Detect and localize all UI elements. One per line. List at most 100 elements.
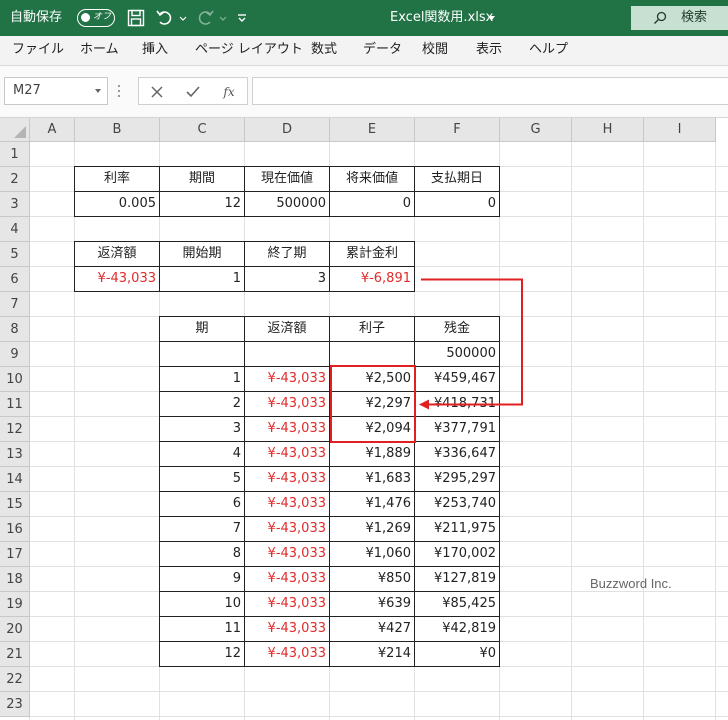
table-header-cell[interactable]: 残金 [414,316,500,342]
table-cell[interactable]: ¥-43,033 [244,366,330,392]
row-header-9[interactable]: 9 [0,342,30,367]
table-cell[interactable]: ¥418,731 [414,391,500,417]
tab-review[interactable]: 校閲 [422,36,448,66]
table-cell[interactable]: ¥377,791 [414,416,500,442]
row-header-17[interactable]: 17 [0,542,30,567]
table-cell[interactable]: ¥427 [329,616,415,642]
table-cell[interactable]: ¥1,060 [329,541,415,567]
column-header-e[interactable]: E [330,118,415,142]
save-icon[interactable] [126,8,146,28]
worksheet-grid[interactable]: A B C D E F G H I 1 2 3 4 5 6 7 8 9 10 11 12 13 14 15 16 17 18 19 20… [0,118,728,720]
table-header-cell[interactable]: 現在価値 [244,166,330,192]
table-header-cell[interactable]: 利子 [329,316,415,342]
table-header-cell[interactable]: 返済額 [244,316,330,342]
autosave-toggle[interactable]: オフ [77,9,115,27]
table-header-cell[interactable]: 期間 [159,166,245,192]
table-cell[interactable]: ¥-43,033 [244,516,330,542]
row-header-12[interactable]: 12 [0,417,30,442]
table-cell[interactable]: ¥-43,033 [244,441,330,467]
table-header-cell[interactable]: 期 [159,316,245,342]
table-cell[interactable]: ¥211,975 [414,516,500,542]
table-cell[interactable]: ¥1,476 [329,491,415,517]
table-header-cell[interactable]: 返済額 [74,241,160,267]
row-header-13[interactable]: 13 [0,442,30,467]
table-cell[interactable] [329,341,415,367]
table-cell[interactable]: ¥459,467 [414,366,500,392]
column-header-g[interactable]: G [500,118,572,142]
table-cell[interactable]: ¥639 [329,591,415,617]
column-header-a[interactable]: A [30,118,75,142]
row-header-20[interactable]: 20 [0,617,30,642]
row-header-18[interactable]: 18 [0,567,30,592]
table-header-cell[interactable]: 将来価値 [329,166,415,192]
table-cell[interactable] [159,341,245,367]
table-cell[interactable]: 0.005 [74,191,160,217]
name-box[interactable]: M27 [4,77,108,105]
tab-view[interactable]: 表示 [476,36,502,66]
table-cell[interactable]: 3 [159,416,245,442]
table-cell[interactable]: ¥-43,033 [244,416,330,442]
chevron-down-icon[interactable] [95,89,101,93]
table-header-cell[interactable]: 終了期 [244,241,330,267]
row-header-11[interactable]: 11 [0,392,30,417]
table-cell[interactable]: 500000 [244,191,330,217]
tab-page-layout[interactable]: ページ レイアウト [195,36,303,66]
table-cell[interactable]: ¥-43,033 [244,466,330,492]
column-header-f[interactable]: F [415,118,500,142]
table-cell[interactable]: 1 [159,366,245,392]
column-header-c[interactable]: C [160,118,245,142]
table-cell[interactable]: ¥-6,891 [329,266,415,292]
select-all-button[interactable] [0,118,30,142]
table-cell[interactable]: ¥-43,033 [244,641,330,667]
tab-help[interactable]: ヘルプ [529,36,568,66]
table-cell[interactable]: 8 [159,541,245,567]
table-cell[interactable]: ¥-43,033 [244,541,330,567]
table-cell[interactable]: ¥-43,033 [74,266,160,292]
column-header-h[interactable]: H [572,118,644,142]
row-header-1[interactable]: 1 [0,142,30,167]
row-header-5[interactable]: 5 [0,242,30,267]
enter-icon[interactable] [183,82,203,102]
formula-input[interactable] [252,77,728,105]
chevron-down-icon[interactable] [489,16,495,20]
row-header-19[interactable]: 19 [0,592,30,617]
row-header-3[interactable]: 3 [0,192,30,217]
table-cell[interactable]: 5 [159,466,245,492]
row-header-4[interactable]: 4 [0,217,30,242]
table-cell[interactable]: 12 [159,641,245,667]
table-cell[interactable]: 2 [159,391,245,417]
row-header-23[interactable]: 23 [0,692,30,717]
cancel-icon[interactable] [147,82,167,102]
customize-toolbar-icon[interactable] [236,8,248,28]
table-header-cell[interactable]: 開始期 [159,241,245,267]
table-cell[interactable]: 500000 [414,341,500,367]
tab-home[interactable]: ホーム [80,36,119,66]
table-cell[interactable]: 12 [159,191,245,217]
table-cell[interactable]: ¥295,297 [414,466,500,492]
table-cell[interactable]: ¥2,094 [329,416,415,442]
table-header-cell[interactable]: 累計金利 [329,241,415,267]
row-header-15[interactable]: 15 [0,492,30,517]
insert-function-button[interactable]: fx [219,82,239,102]
file-title[interactable]: Excel関数用.xlsx [390,0,493,36]
table-cell[interactable]: ¥336,647 [414,441,500,467]
table-cell[interactable]: ¥1,683 [329,466,415,492]
tab-data[interactable]: データ [363,36,402,66]
tab-formulas[interactable]: 数式 [311,36,337,66]
table-header-cell[interactable]: 利率 [74,166,160,192]
undo-dropdown-icon[interactable] [178,8,188,28]
table-cell[interactable]: ¥-43,033 [244,591,330,617]
table-cell[interactable]: ¥850 [329,566,415,592]
row-header-10[interactable]: 10 [0,367,30,392]
table-cell[interactable]: ¥85,425 [414,591,500,617]
row-header-21[interactable]: 21 [0,642,30,667]
column-header-d[interactable]: D [245,118,330,142]
table-cell[interactable]: 10 [159,591,245,617]
table-cell[interactable]: ¥1,889 [329,441,415,467]
table-cell[interactable]: ¥170,002 [414,541,500,567]
table-cell[interactable]: ¥127,819 [414,566,500,592]
table-cell[interactable]: ¥2,297 [329,391,415,417]
table-cell[interactable]: 11 [159,616,245,642]
table-cell[interactable]: ¥2,500 [329,366,415,392]
table-cell[interactable]: ¥-43,033 [244,491,330,517]
